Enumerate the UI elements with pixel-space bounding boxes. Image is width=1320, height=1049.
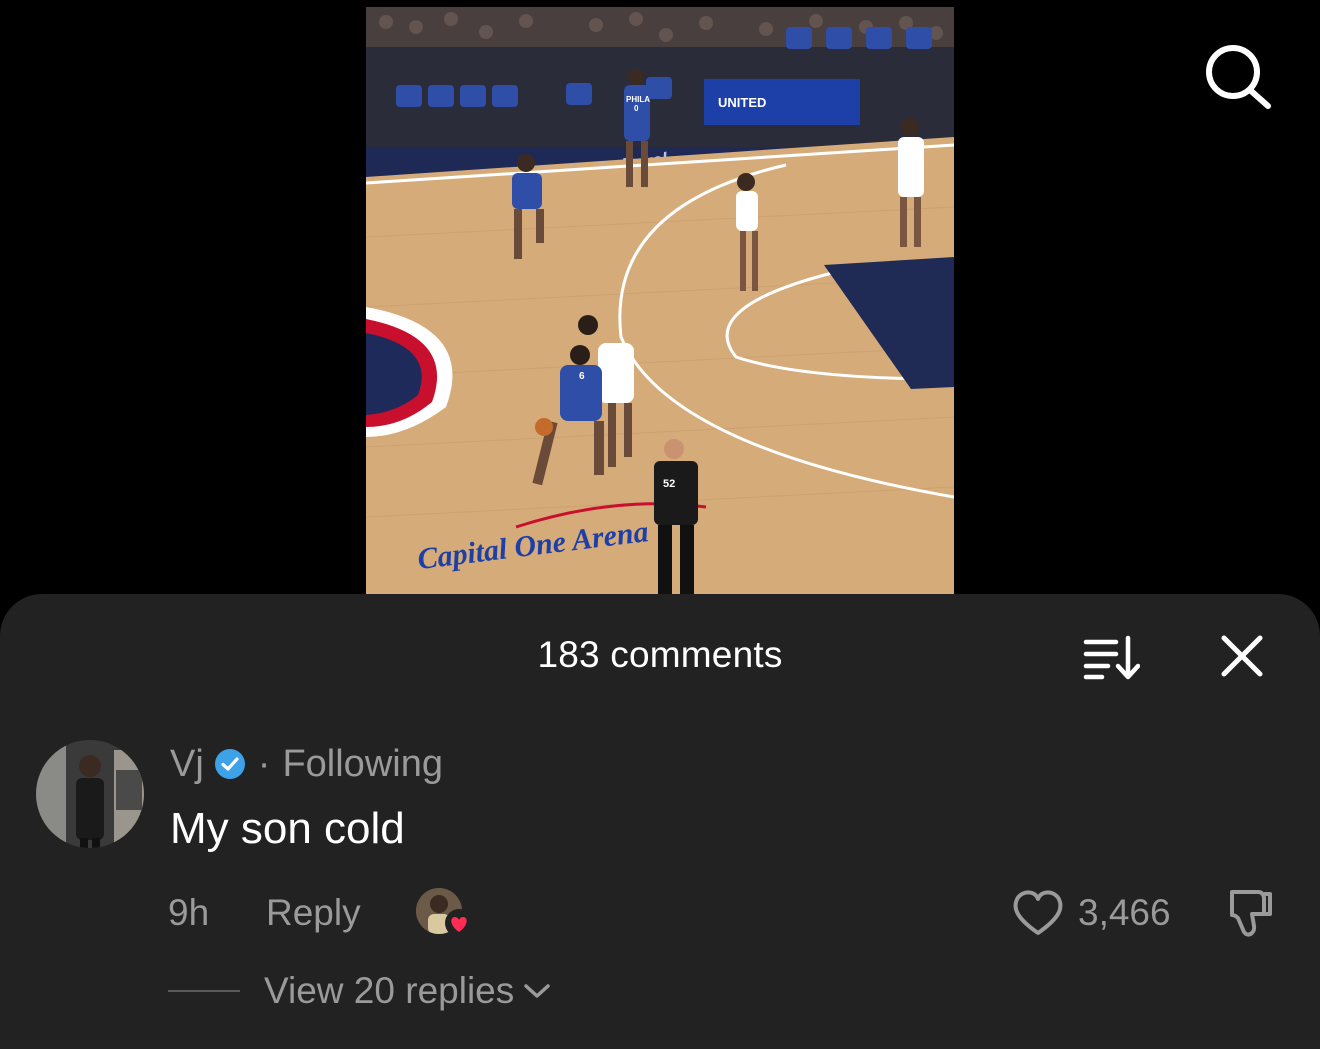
video-referee-number: 52 [663,478,675,490]
like-count: 3,466 [1078,892,1171,933]
sort-icon [1083,635,1141,680]
reply-button[interactable]: Reply [266,892,416,934]
thumbs-down-icon [1230,890,1272,937]
sort-button[interactable] [1082,634,1141,680]
like-heart-icon[interactable] [1010,888,1066,938]
dislike-button[interactable] [1218,886,1274,940]
close-icon [1221,635,1263,677]
video-banner-text: UNITED [718,95,766,110]
view-replies-button[interactable]: View 20 replies [168,966,552,1016]
comment-meta-row: 9h Reply [168,888,476,938]
comments-sheet: 183 comments Vj · Following My son cold … [0,594,1320,1049]
video-jersey-phila-number: 0 [634,104,639,113]
video-player-number: 6 [579,371,585,382]
comment-username[interactable]: Vj [170,743,204,786]
replies-divider [168,990,240,992]
comment-time: 9h [168,892,210,933]
video-jersey-phila: PHILA [626,95,650,104]
comment-text: My son cold [170,804,405,853]
heart-icon [445,909,473,937]
like-group: 3,466 [1010,888,1171,938]
search-button[interactable] [1200,40,1274,110]
commenter-avatar[interactable] [36,740,144,848]
close-button[interactable] [1218,634,1266,680]
comment-header: Vj · Following [170,742,443,786]
creator-liked-indicator [416,888,476,938]
follow-status[interactable]: Following [282,743,443,786]
search-icon [1206,45,1271,109]
chevron-down-icon [524,984,550,998]
video-player[interactable]: UNITED Hidden Level Capital One Arena [366,7,954,603]
commenter-avatar-image [36,740,144,848]
video-frame: UNITED Hidden Level Capital One Arena [366,7,954,603]
view-replies-label: View 20 replies [264,970,515,1011]
header-separator: · [257,742,271,785]
screen: UNITED Hidden Level Capital One Arena [0,0,1320,1049]
verified-badge-icon [214,749,245,779]
